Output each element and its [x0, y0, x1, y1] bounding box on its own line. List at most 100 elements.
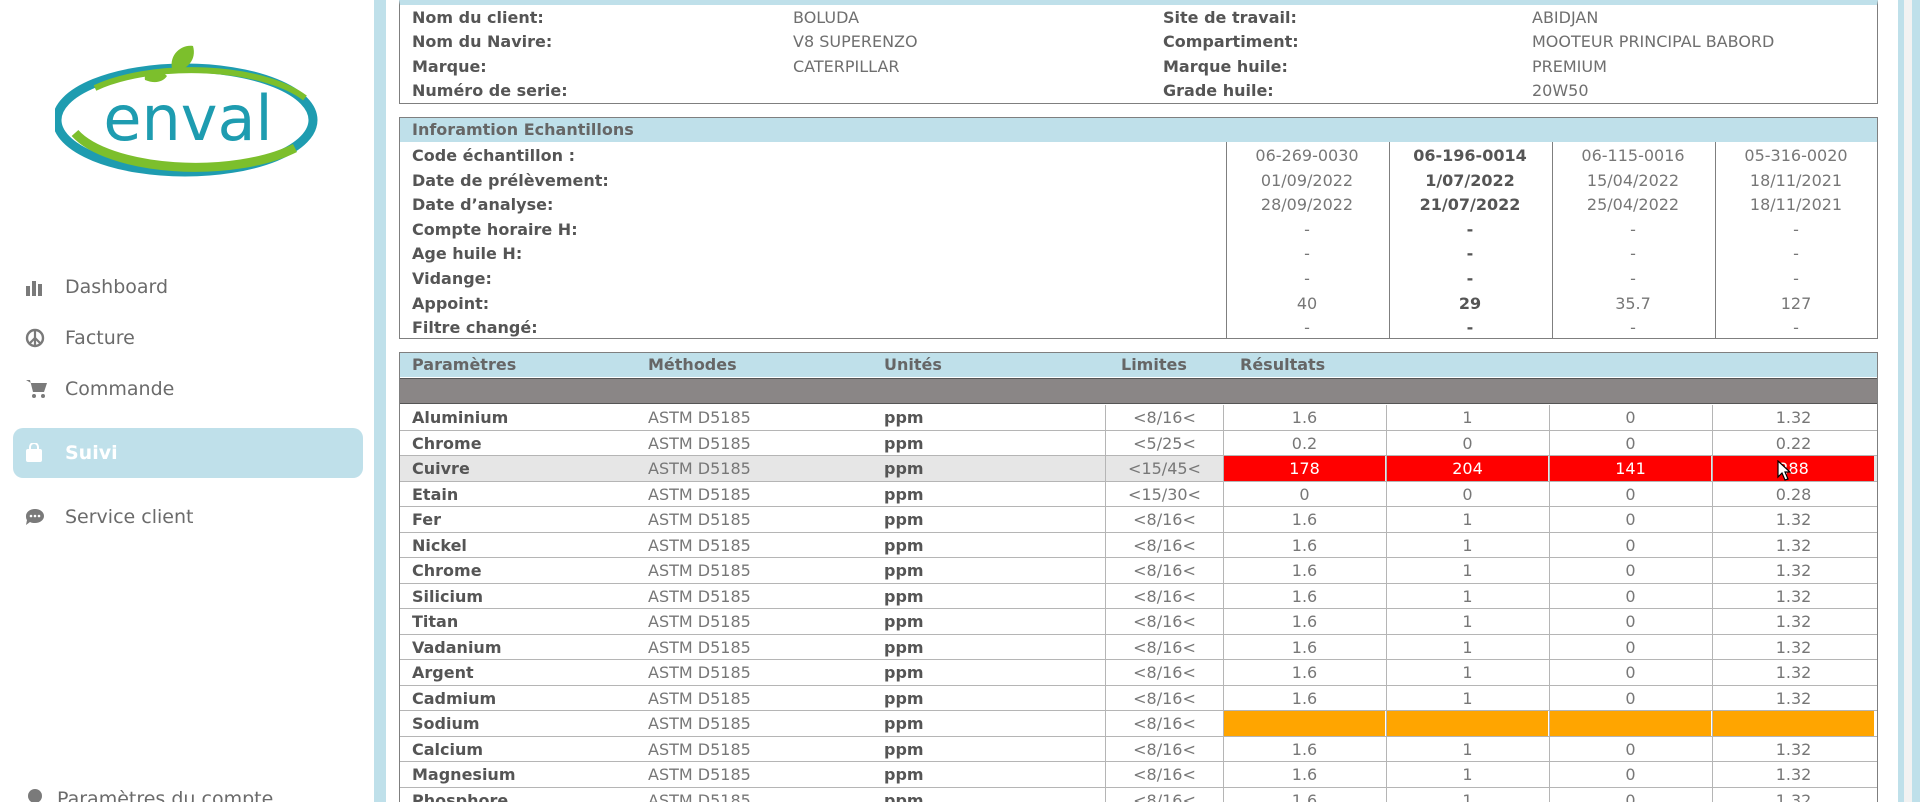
parameter-unit: ppm	[884, 790, 924, 802]
sidebar-item-dashboard[interactable]: Dashboard	[13, 262, 363, 312]
parameter-result: 1.6	[1223, 736, 1385, 761]
parameter-method: ASTM D5185	[648, 561, 751, 580]
logo-text: enval	[103, 82, 272, 155]
parameter-result: 1	[1386, 583, 1548, 608]
parameter-method: ASTM D5185	[648, 459, 751, 478]
info-value: CATERPILLAR	[793, 57, 900, 76]
info-label: Nom du client:	[412, 8, 544, 27]
table-row[interactable]: Nickel ASTM D5185 ppm <8/16< 1.6 1 0 1.32	[400, 532, 1877, 558]
table-row[interactable]: Fer ASTM D5185 ppm <8/16< 1.6 1 0 1.32	[400, 507, 1877, 533]
parameter-result: 1	[1386, 762, 1548, 787]
table-row[interactable]: Cuivre ASTM D5185 ppm <15/45< 178 204 141 288	[400, 456, 1877, 482]
parameter-name: Aluminium	[412, 408, 509, 427]
parameter-method: ASTM D5185	[648, 739, 751, 759]
table-row[interactable]: Aluminium ASTM D5185 ppm <8/16< 1.6 1 0 1.32	[400, 405, 1877, 431]
enval-logo[interactable]: enval	[55, 38, 321, 178]
parameter-result: 0	[1549, 583, 1711, 608]
parameter-name: Vadanium	[412, 637, 502, 657]
parameter-unit: ppm	[884, 561, 924, 580]
table-row[interactable]: Titan ASTM D5185 ppm <8/16< 1.6 1 0 1.32	[400, 609, 1877, 635]
parameter-unit: ppm	[884, 739, 924, 759]
table-row[interactable]: Phosphore ASTM D5185 ppm <8/16< 1.6 1 0 1.32	[400, 787, 1877, 802]
info-label: Nom du Navire:	[412, 32, 553, 51]
sidebar-item-facture[interactable]: Facture	[13, 313, 363, 363]
table-row[interactable]: Silicium ASTM D5185 ppm <8/16< 1.6 1 0 1.32	[400, 583, 1877, 609]
parameter-limit: <8/16<	[1105, 762, 1223, 787]
parameter-name: Chrome	[412, 433, 482, 453]
info-label: Marque:	[412, 57, 487, 76]
scrollbar-thumb[interactable]	[1904, 0, 1912, 802]
table-row[interactable]: Cadmium ASTM D5185 ppm <8/16< 1.6 1 0 1.32	[400, 685, 1877, 711]
sidebar-item-account-settings[interactable]: Paramètres du compte	[25, 786, 273, 802]
peace-icon	[25, 327, 55, 349]
sample-value: -	[1304, 269, 1310, 288]
sample-value: 28/09/2022	[1260, 195, 1354, 215]
sample-field-label: Appoint:	[412, 293, 490, 313]
parameter-limit: <8/16<	[1105, 787, 1223, 802]
parameter-result: 0	[1549, 787, 1711, 802]
sample-value: 06-269-0030	[1255, 146, 1359, 165]
chat-icon	[25, 506, 55, 528]
parameter-limit: <8/16<	[1105, 634, 1223, 659]
parameter-result: 1.32	[1712, 736, 1874, 761]
parameter-result: 0	[1549, 507, 1711, 532]
parameter-result: 178	[1223, 456, 1385, 481]
table-row[interactable]: Chrome ASTM D5185 ppm <5/25< 0.2 0 0 0.22	[400, 430, 1877, 456]
parameter-result: 1	[1386, 558, 1548, 583]
table-row[interactable]: Chrome ASTM D5185 ppm <8/16< 1.6 1 0 1.32	[400, 558, 1877, 584]
parameter-name: Cuivre	[412, 459, 470, 478]
table-row[interactable]: Magnesium ASTM D5185 ppm <8/16< 1.6 1 0 1.32	[400, 762, 1877, 788]
content-frame-left	[374, 0, 386, 802]
parameter-limit: <8/16<	[1105, 405, 1223, 430]
parameter-unit: ppm	[884, 765, 924, 784]
table-row[interactable]: Etain ASTM D5185 ppm <15/30< 0 0 0 0.28	[400, 481, 1877, 507]
sample-info-title: Inforamtion Echantillons	[400, 118, 1877, 142]
parameter-unit: ppm	[884, 586, 924, 606]
sample-field-label: Date d’analyse:	[412, 195, 554, 215]
table-row[interactable]: Argent ASTM D5185 ppm <8/16< 1.6 1 0 1.32	[400, 660, 1877, 686]
sample-field-label: Compte horaire H:	[412, 219, 578, 239]
sidebar-item-commande[interactable]: Commande	[13, 364, 363, 414]
parameter-result: 1.32	[1712, 405, 1874, 430]
sidebar-item-label: Paramètres du compte	[57, 787, 274, 802]
parameter-name: Cadmium	[412, 688, 497, 708]
parameter-result: 0	[1549, 634, 1711, 659]
sample-value: 01/09/2022	[1260, 170, 1354, 190]
parameter-method: ASTM D5185	[648, 484, 751, 504]
parameter-name: Magnesium	[412, 765, 516, 784]
sample-value: -	[1304, 318, 1310, 338]
parameter-result: 141	[1549, 456, 1711, 481]
parameter-result: 0	[1549, 532, 1711, 557]
sample-value: -	[1630, 219, 1636, 239]
parameter-limit: <8/16<	[1105, 685, 1223, 710]
parameter-result: 1.32	[1712, 532, 1874, 557]
parameter-result: 1	[1386, 609, 1548, 634]
sidebar-item-suivi[interactable]: Suivi	[13, 428, 363, 478]
sample-value: 35.7	[1615, 293, 1651, 313]
parameter-result: 0	[1549, 609, 1711, 634]
parameter-result: 1.6	[1223, 762, 1385, 787]
parameter-method: ASTM D5185	[648, 408, 751, 427]
parameter-name: Silicium	[412, 586, 484, 606]
parameter-method: ASTM D5185	[648, 790, 751, 802]
sample-value: -	[1630, 269, 1636, 288]
parameter-result: 1.6	[1223, 405, 1385, 430]
parameter-result: 0	[1549, 430, 1711, 455]
sample-value: -	[1630, 244, 1636, 264]
info-value: MOOTEUR PRINCIPAL BABORD	[1532, 32, 1775, 51]
sidebar-item-service-client[interactable]: Service client	[13, 492, 363, 542]
parameter-result: 0	[1223, 481, 1385, 506]
sidebar-item-label: Suivi	[65, 442, 118, 464]
table-row[interactable]: Vadanium ASTM D5185 ppm <8/16< 1.6 1 0 1.32	[400, 634, 1877, 660]
parameter-limit: <8/16<	[1105, 558, 1223, 583]
sample-field-label: Date de prélèvement:	[412, 170, 609, 190]
parameter-method: ASTM D5185	[648, 637, 751, 657]
table-row[interactable]: Calcium ASTM D5185 ppm <8/16< 1.6 1 0 1.32	[400, 736, 1877, 762]
scrollbar-track[interactable]	[1898, 0, 1920, 802]
table-row[interactable]: Sodium ASTM D5185 ppm <8/16<	[400, 711, 1877, 737]
info-value: BOLUDA	[793, 8, 860, 27]
parameter-unit: ppm	[884, 510, 924, 529]
parameter-limit: <8/16<	[1105, 660, 1223, 685]
parameter-limit: <8/16<	[1105, 583, 1223, 608]
parameter-method: ASTM D5185	[648, 510, 751, 529]
